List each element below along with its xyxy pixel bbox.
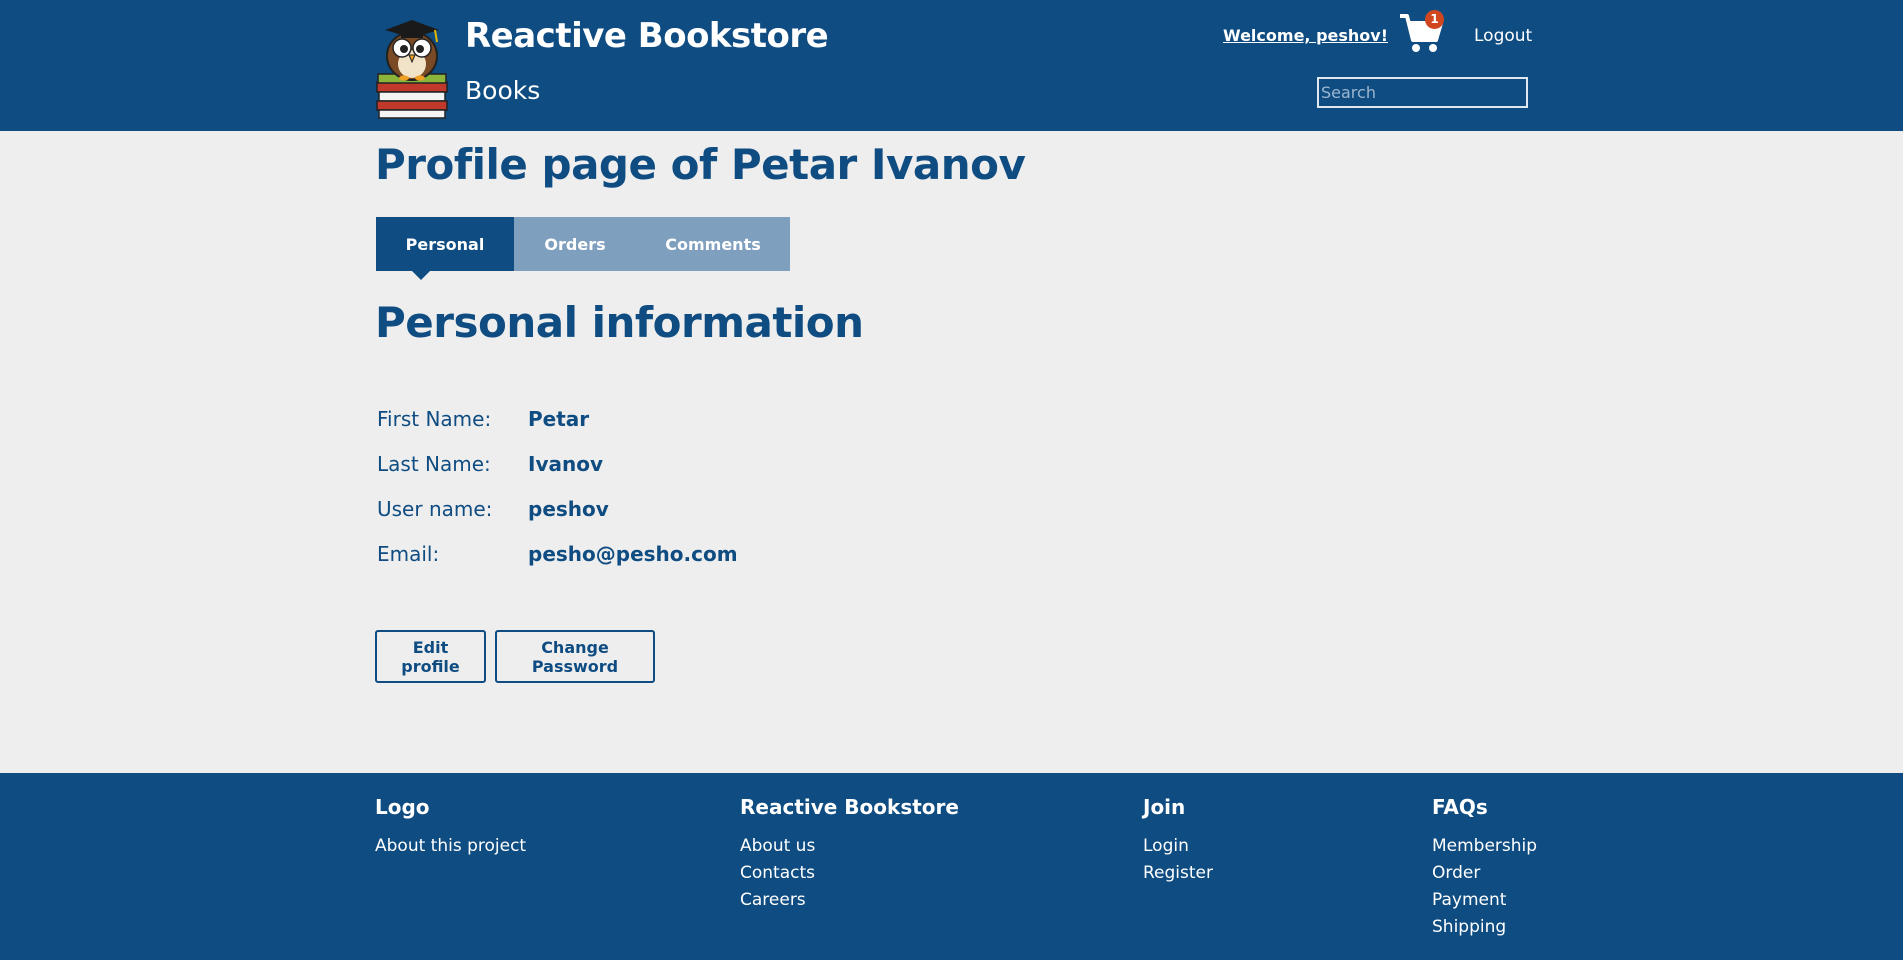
owl-logo-icon[interactable]	[375, 12, 449, 120]
site-header: Reactive Bookstore Books Welcome, peshov…	[0, 0, 1903, 131]
field-value: Ivanov	[528, 451, 603, 476]
info-row-first-name: First Name: Petar	[377, 396, 738, 441]
profile-tabs: Personal Orders Comments	[376, 217, 790, 280]
footer-col-bookstore: Reactive Bookstore About us Contacts Car…	[740, 795, 959, 914]
footer-heading: Reactive Bookstore	[740, 795, 959, 819]
info-row-last-name: Last Name: Ivanov	[377, 441, 738, 486]
footer-link[interactable]: Shipping	[1432, 914, 1537, 941]
site-footer: Logo About this project Reactive Booksto…	[0, 773, 1903, 960]
edit-profile-button[interactable]: Edit profile	[375, 630, 486, 683]
change-password-button[interactable]: Change Password	[495, 630, 655, 683]
section-title[interactable]: Books	[465, 76, 540, 105]
field-value: Petar	[528, 406, 590, 431]
footer-link[interactable]: Contacts	[740, 860, 959, 887]
footer-link[interactable]: Membership	[1432, 833, 1537, 860]
page-title: Profile page of Petar Ivanov	[375, 140, 1026, 189]
footer-col-join: Join Login Register	[1143, 795, 1213, 887]
footer-link[interactable]: Payment	[1432, 887, 1537, 914]
footer-link[interactable]: Login	[1143, 833, 1213, 860]
footer-col-faqs: FAQs Membership Order Payment Shipping	[1432, 795, 1537, 941]
footer-link[interactable]: Register	[1143, 860, 1213, 887]
field-label: Last Name:	[377, 451, 491, 476]
field-label: First Name:	[377, 406, 492, 431]
tab-personal[interactable]: Personal	[376, 217, 514, 280]
personal-info-table: First Name: Petar Last Name: Ivanov User…	[377, 396, 738, 576]
welcome-user-link[interactable]: Welcome, peshov!	[1223, 26, 1388, 45]
header-inner: Reactive Bookstore Books Welcome, peshov…	[375, 0, 1532, 131]
tab-comments[interactable]: Comments	[636, 217, 790, 271]
footer-heading: Logo	[375, 795, 430, 819]
field-label: Email:	[377, 541, 440, 566]
footer-col-logo: Logo About this project	[375, 795, 526, 860]
footer-heading: FAQs	[1432, 795, 1488, 819]
footer-link[interactable]: About us	[740, 833, 959, 860]
section-heading: Personal information	[375, 298, 864, 347]
field-label: User name:	[377, 496, 493, 521]
footer-link[interactable]: About this project	[375, 833, 526, 860]
footer-link[interactable]: Careers	[740, 887, 959, 914]
tab-orders[interactable]: Orders	[514, 217, 636, 271]
footer-heading: Join	[1143, 795, 1186, 819]
info-row-user-name: User name: peshov	[377, 486, 738, 531]
footer-link[interactable]: Order	[1432, 860, 1537, 887]
logout-link[interactable]: Logout	[1474, 26, 1532, 46]
field-value: peshov	[528, 496, 609, 521]
cart-count-badge: 1	[1425, 10, 1444, 29]
info-row-email: Email: pesho@pesho.com	[377, 531, 738, 576]
field-value: pesho@pesho.com	[528, 541, 738, 566]
search-input[interactable]	[1317, 77, 1528, 108]
site-title[interactable]: Reactive Bookstore	[465, 16, 829, 56]
